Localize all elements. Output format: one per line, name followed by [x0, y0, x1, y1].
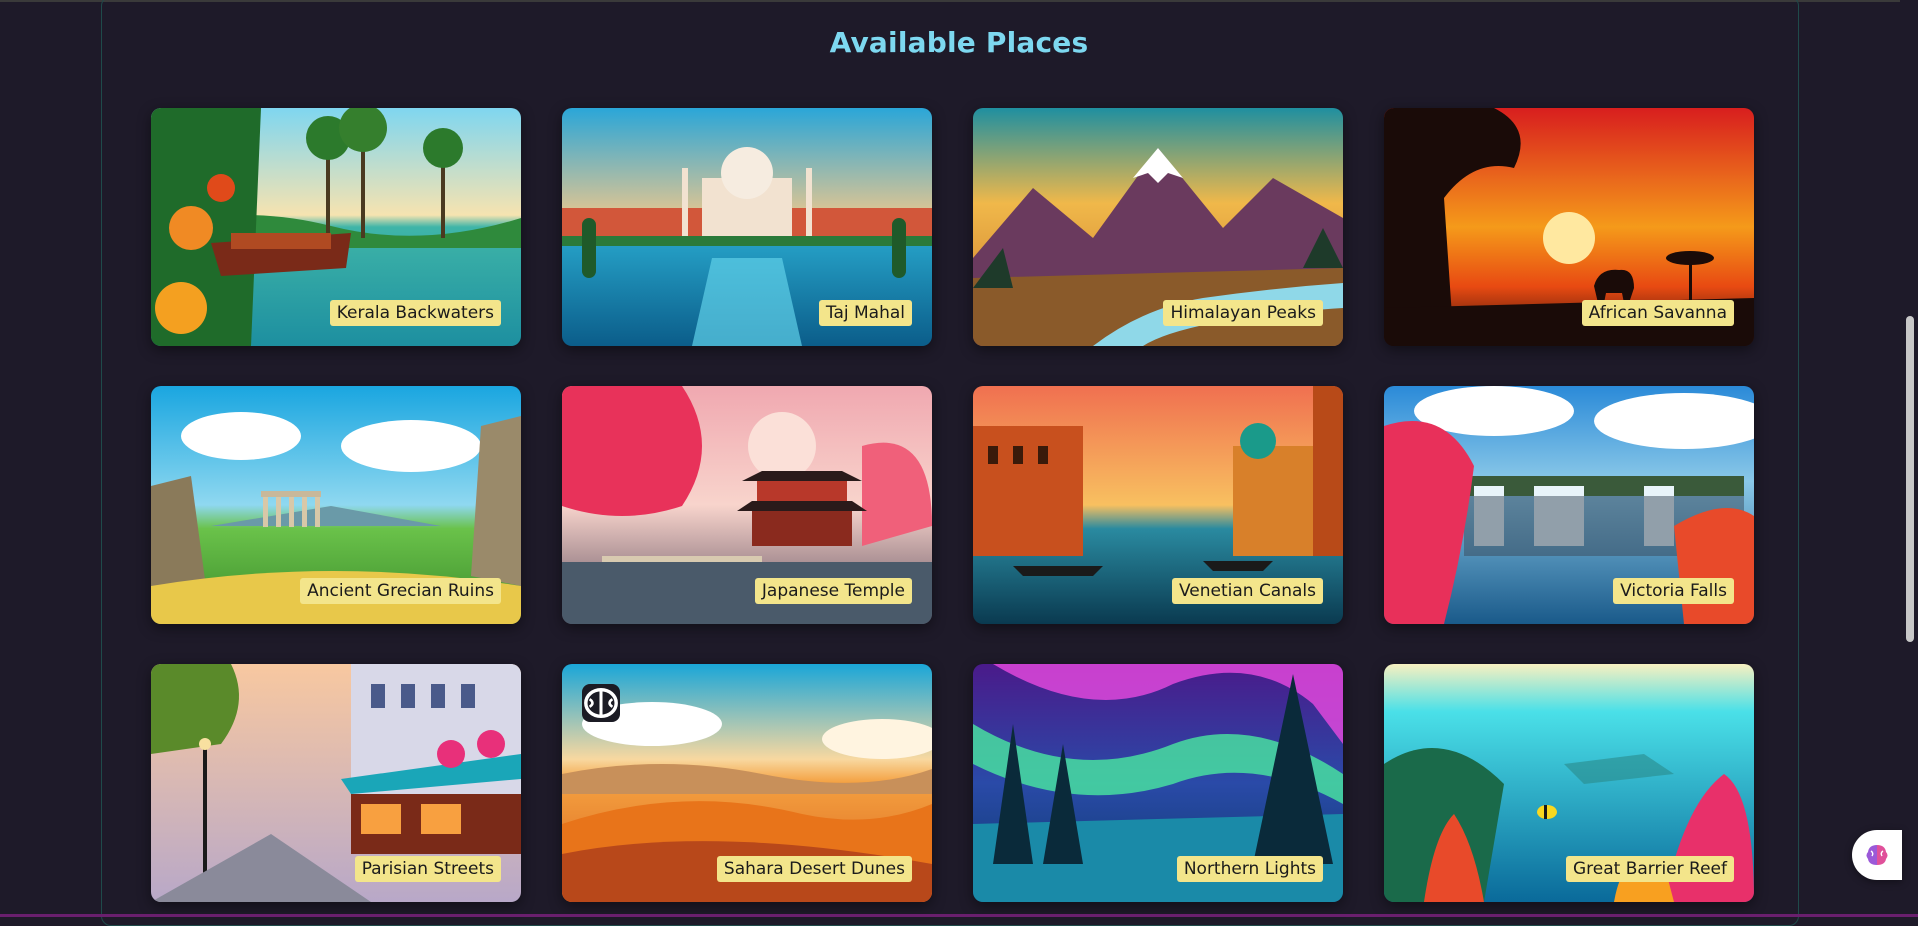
- brain-icon: [584, 687, 618, 719]
- place-label: Venetian Canals: [1171, 578, 1323, 604]
- place-card-sahara-desert-dunes[interactable]: Sahara Desert Dunes: [562, 664, 932, 902]
- place-label: Victoria Falls: [1613, 578, 1734, 604]
- place-card-japanese-temple[interactable]: Japanese Temple: [562, 386, 932, 624]
- place-card-northern-lights[interactable]: Northern Lights: [973, 664, 1343, 902]
- brain-icon: [1866, 845, 1888, 865]
- place-label: Great Barrier Reef: [1565, 856, 1734, 882]
- ai-badge-icon[interactable]: [582, 684, 620, 722]
- place-card-venetian-canals[interactable]: Venetian Canals: [973, 386, 1343, 624]
- scrollbar-thumb[interactable]: [1906, 316, 1914, 642]
- page-title: Available Places: [829, 26, 1089, 59]
- place-card-taj-mahal[interactable]: Taj Mahal: [562, 108, 932, 346]
- place-label: African Savanna: [1581, 300, 1734, 326]
- place-label: Northern Lights: [1176, 856, 1323, 882]
- place-label: Sahara Desert Dunes: [716, 856, 912, 882]
- assistant-button[interactable]: [1852, 830, 1902, 880]
- place-label: Kerala Backwaters: [329, 300, 501, 326]
- place-label: Japanese Temple: [754, 578, 912, 604]
- place-card-himalayan-peaks[interactable]: Himalayan Peaks: [973, 108, 1343, 346]
- place-label: Ancient Grecian Ruins: [300, 578, 501, 604]
- place-label: Taj Mahal: [818, 300, 912, 326]
- place-card-kerala-backwaters[interactable]: Kerala Backwaters: [151, 108, 521, 346]
- place-label: Himalayan Peaks: [1163, 300, 1323, 326]
- scrollbar[interactable]: [1900, 0, 1918, 917]
- place-card-african-savanna[interactable]: African Savanna: [1384, 108, 1754, 346]
- place-card-great-barrier-reef[interactable]: Great Barrier Reef: [1384, 664, 1754, 902]
- place-card-victoria-falls[interactable]: Victoria Falls: [1384, 386, 1754, 624]
- place-label: Parisian Streets: [354, 856, 501, 882]
- place-card-ancient-grecian-ruins[interactable]: Ancient Grecian Ruins: [151, 386, 521, 624]
- place-card-parisian-streets[interactable]: Parisian Streets: [151, 664, 521, 902]
